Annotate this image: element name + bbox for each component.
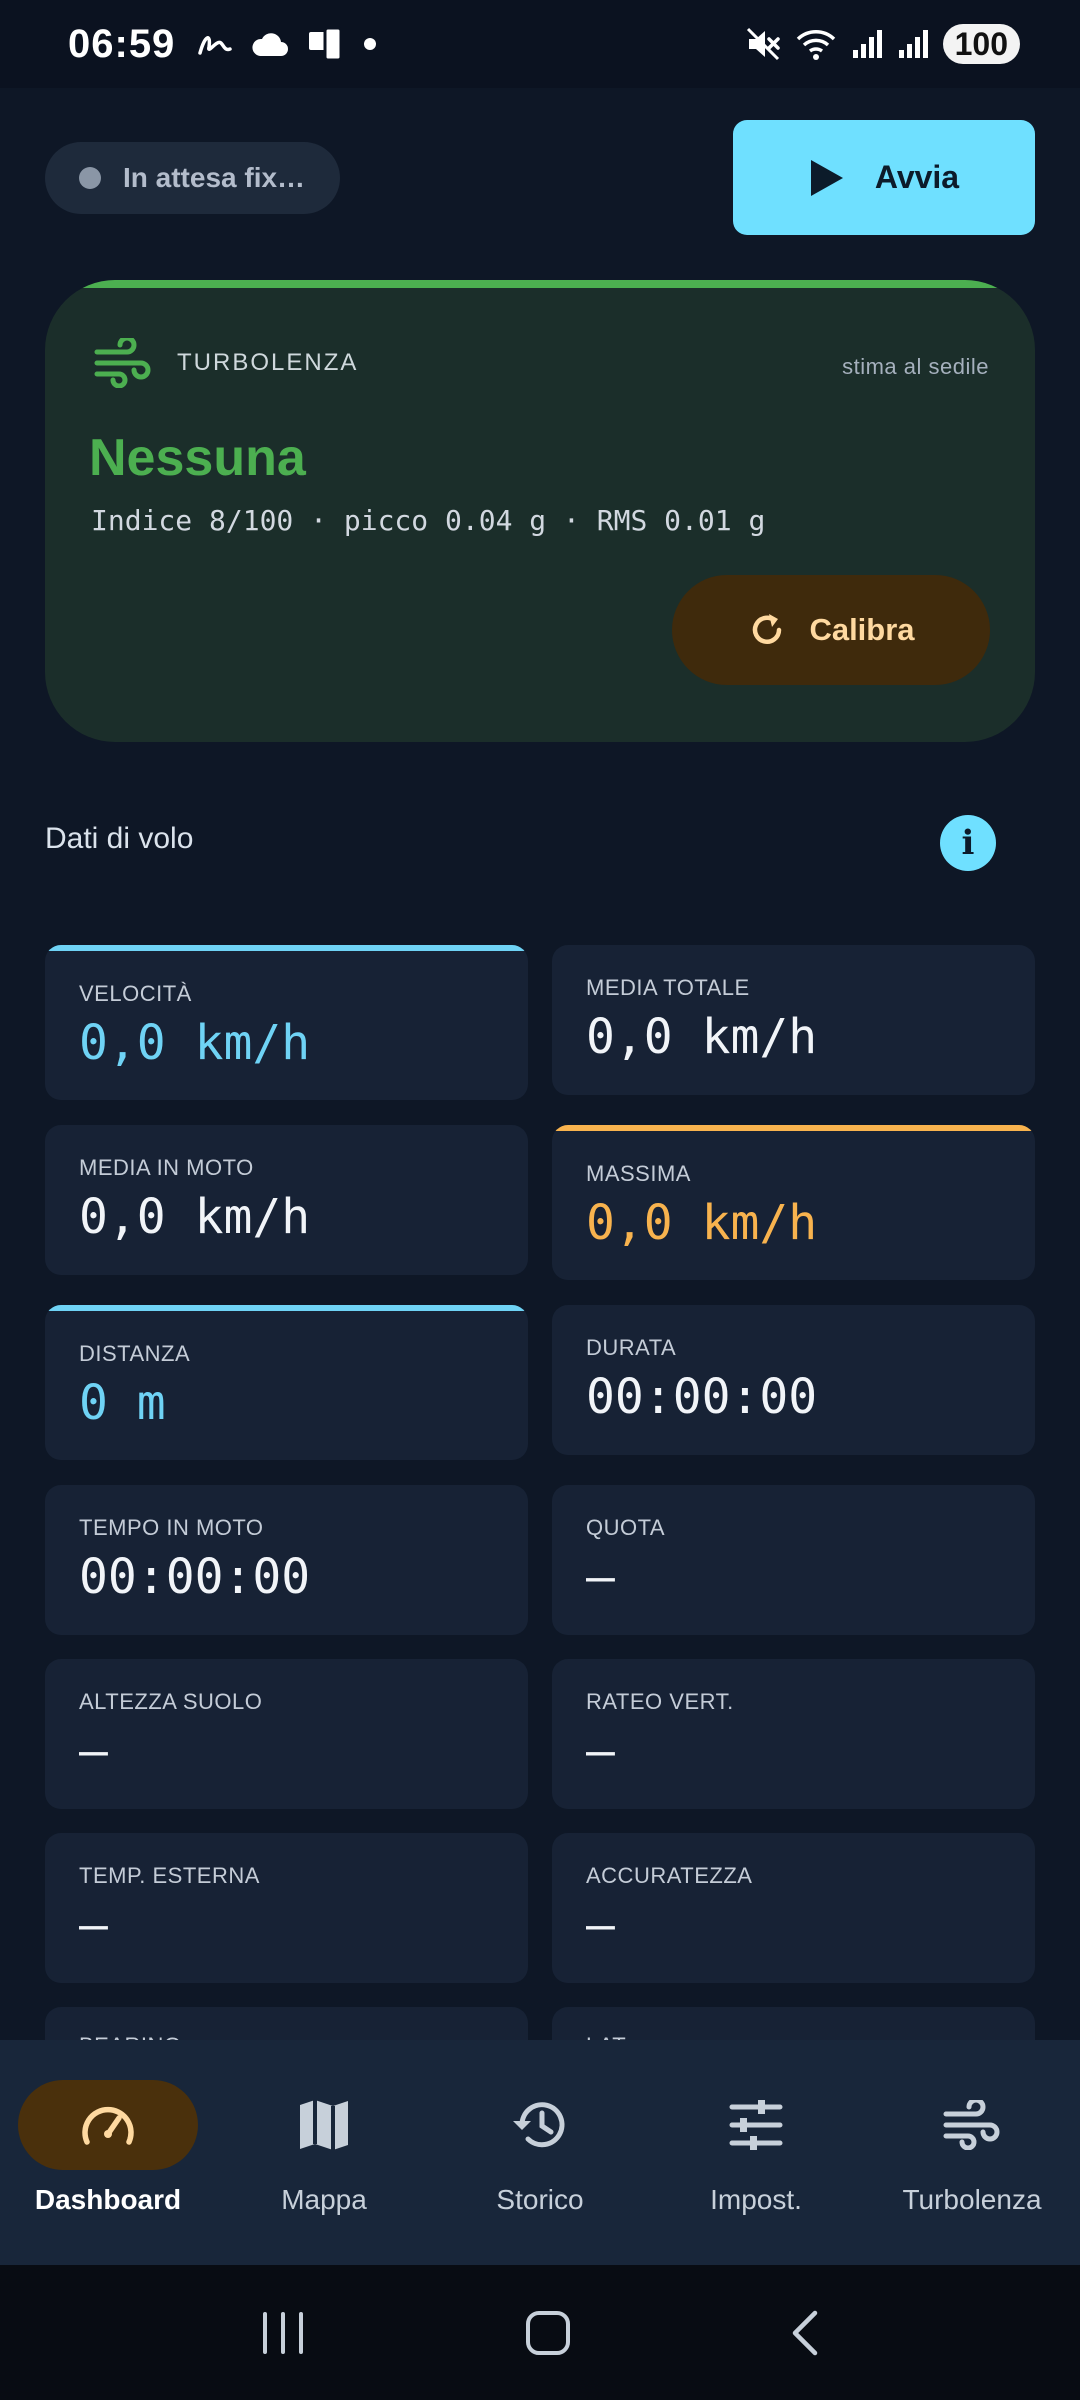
nav-label: Storico [496,2184,584,2215]
wind-icon [94,338,151,388]
status-notification-icons [197,26,377,62]
metric-card-distance: DISTANZA 0 m [45,1305,528,1460]
dot-icon [364,38,377,50]
metric-card-max: MASSIMA 0,0 km/h [552,1125,1035,1280]
metric-card-outside-temp: TEMP. ESTERNA — [45,1833,528,1983]
back-icon[interactable] [789,2309,821,2357]
status-time: 06:59 [68,21,176,66]
metric-accent-bar [552,1125,1035,1131]
sliders-icon [729,2100,783,2150]
wind-icon [943,2100,1000,2150]
turbulence-title: TURBOLENZA [177,349,359,376]
metric-label: DISTANZA [79,1341,191,1366]
nav-label: Mappa [281,2184,367,2215]
metric-label: QUOTA [586,1515,666,1540]
turbulence-accent-bar [45,280,1035,288]
metric-label: MEDIA TOTALE [586,975,750,1000]
metric-card-altitude: QUOTA — [552,1485,1035,1635]
metric-card-moving-time: TEMPO IN MOTO 00:00:00 [45,1485,528,1635]
metric-value: 00:00:00 [586,1369,818,1425]
metric-value: — [586,1549,615,1605]
wifi-icon [796,30,835,60]
cloud-icon [252,33,289,56]
metric-card-avg-moving: MEDIA IN MOTO 0,0 km/h [45,1125,528,1275]
metric-accent-bar [45,945,528,951]
metric-value: 0,0 km/h [586,1195,818,1251]
turbulence-card: TURBOLENZA stima al sedile Nessuna Indic… [45,280,1035,742]
status-system-icons: 100 [745,24,1020,64]
metric-label: ACCURATEZZA [586,1863,753,1888]
info-icon: i [961,823,975,863]
battery-level: 100 [942,24,1020,64]
map-icon [300,2100,348,2150]
nav-icon-container [234,2080,414,2170]
info-button[interactable]: i [940,815,996,871]
metric-label: ALTEZZA SUOLO [79,1689,263,1714]
gps-fix-label: In attesa fix… [123,162,306,193]
start-button[interactable]: Avvia [733,120,1035,235]
metric-label: VELOCITÀ [79,981,192,1006]
mute-icon [746,27,780,61]
nav-icon-container [450,2080,630,2170]
metric-value: 0 m [79,1375,166,1431]
metric-card-accuracy: ACCURATEZZA — [552,1833,1035,1983]
metric-label: MEDIA IN MOTO [79,1155,254,1180]
metric-value: — [79,1723,108,1779]
metric-value: 0,0 km/h [79,1189,311,1245]
gps-status-dot-icon [79,167,101,189]
history-icon [513,2102,565,2148]
start-label: Avvia [874,159,960,195]
turbulence-hint: stima al sedile [842,354,989,379]
signal-icon [852,30,882,58]
nav-label: Impost. [710,2184,802,2215]
nav-item-map[interactable]: Mappa [216,2040,432,2265]
signal-icon-2 [898,30,928,58]
nav-icon-container [666,2080,846,2170]
flight-data-title: Dati di volo [45,822,194,855]
metric-accent-bar [45,1305,528,1311]
metric-card-ground-height: ALTEZZA SUOLO — [45,1659,528,1809]
calibrate-label: Calibra [809,612,915,647]
nav-item-settings[interactable]: Impost. [648,2040,864,2265]
metric-label: RATEO VERT. [586,1689,734,1714]
nav-label: Turbolenza [902,2184,1042,2215]
metric-label: TEMP. ESTERNA [79,1863,260,1888]
metric-label: DURATA [586,1335,677,1360]
recent-apps-icon[interactable] [259,2310,307,2356]
metric-value: — [586,1723,615,1779]
nav-icon-container [18,2080,198,2170]
turbulence-stats: Indice 8/100 · picco 0.04 g · RMS 0.01 g [91,504,766,537]
device-icon [309,26,343,62]
metric-value: 00:00:00 [79,1549,311,1605]
metric-value: 0,0 km/h [79,1015,311,1071]
home-icon[interactable] [525,2310,571,2356]
metric-label: TEMPO IN MOTO [79,1515,264,1540]
metric-label: MASSIMA [586,1161,691,1186]
play-icon [810,159,843,196]
metric-value: 0,0 km/h [586,1009,818,1065]
turbulence-level: Nessuna [89,429,306,487]
nav-item-dashboard[interactable]: Dashboard [0,2040,216,2265]
top-bar: In attesa fix… Avvia [45,120,1035,235]
speedometer-icon [82,2106,134,2145]
metric-card-speed: VELOCITÀ 0,0 km/h [45,945,528,1100]
flight-metrics-grid: VELOCITÀ 0,0 km/h MEDIA TOTALE 0,0 km/h … [45,945,1035,2045]
nav-icon-container [882,2080,1062,2170]
turbulence-header: TURBOLENZA [93,338,358,388]
metric-value: — [79,1897,108,1953]
refresh-icon [753,614,782,644]
nav-label: Dashboard [34,2184,182,2215]
metric-card-vertical-rate: RATEO VERT. — [552,1659,1035,1809]
signature-icon [198,36,233,55]
gps-fix-status: In attesa fix… [45,142,340,214]
metric-card-duration: DURATA 00:00:00 [552,1305,1035,1455]
calibrate-button[interactable]: Calibra [672,575,990,685]
nav-item-turbulence[interactable]: Turbolenza [864,2040,1080,2265]
metric-card-avg-total: MEDIA TOTALE 0,0 km/h [552,945,1035,1095]
nav-item-history[interactable]: Storico [432,2040,648,2265]
system-navigation-bar [0,2265,1080,2400]
metric-value: — [586,1897,615,1953]
status-bar: 06:59 100 [0,0,1080,88]
bottom-navigation: Dashboard Mappa Storico Impost. Turbolen… [0,2040,1080,2265]
